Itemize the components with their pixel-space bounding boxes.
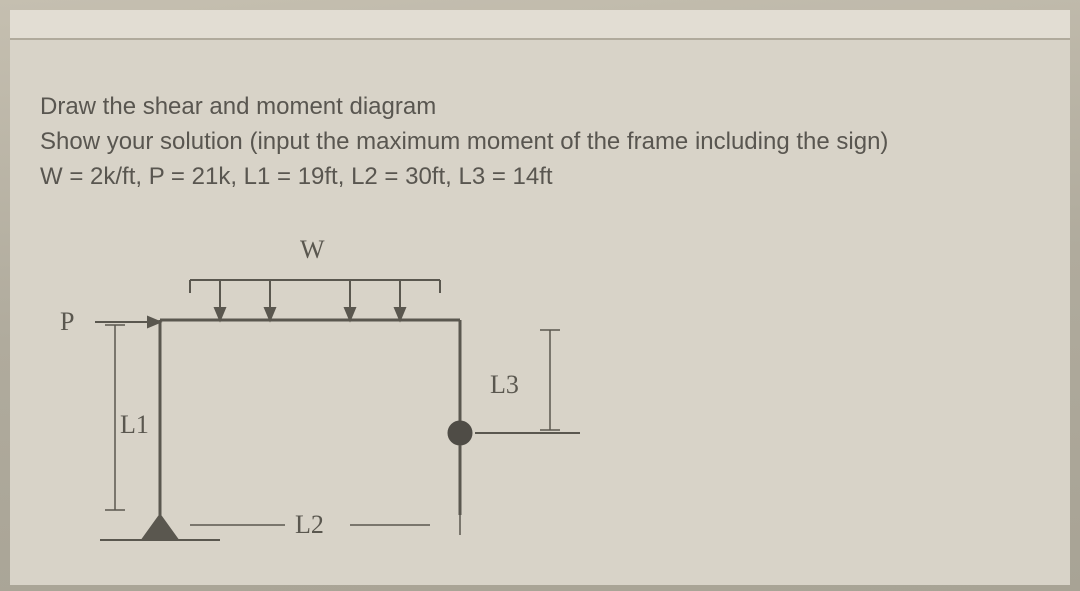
label-p: P [60,307,74,337]
problem-statement: Draw the shear and moment diagram Show y… [40,90,1040,194]
photo-background: Draw the shear and moment diagram Show y… [0,0,1080,591]
label-l3: L3 [490,370,519,400]
question-paper: Draw the shear and moment diagram Show y… [10,10,1070,585]
label-l1: L1 [120,410,149,440]
problem-line-2: Show your solution (input the maximum mo… [40,125,1040,160]
problem-line-1: Draw the shear and moment diagram [40,90,1040,125]
label-w: W [300,235,325,265]
frame-diagram: W P L1 L2 L3 [60,235,680,565]
problem-line-3: W = 2k/ft, P = 21k, L1 = 19ft, L2 = 30ft… [40,160,1040,195]
frame-svg [60,235,680,565]
label-l2: L2 [295,510,324,540]
page-top-divider [10,10,1070,40]
